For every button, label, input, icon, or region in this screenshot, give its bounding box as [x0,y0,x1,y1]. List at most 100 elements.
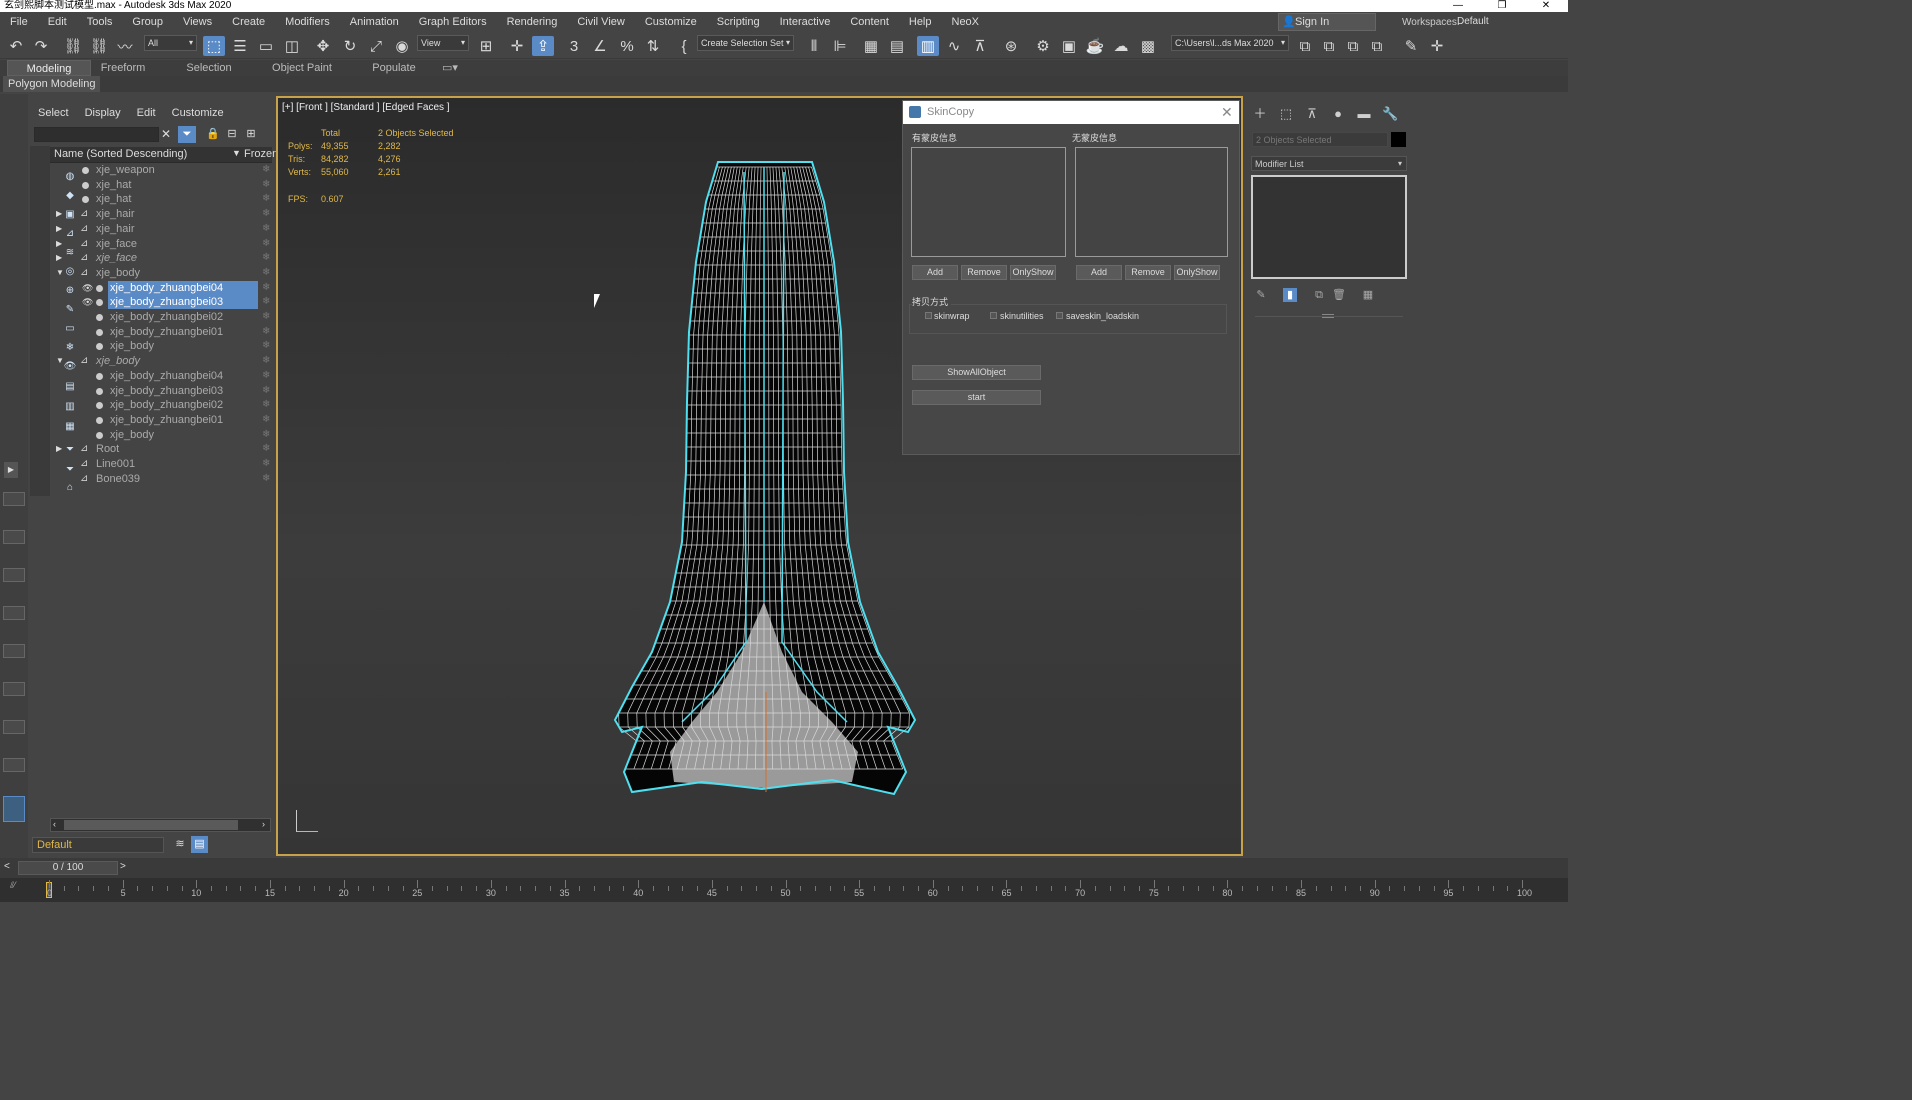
rendered-frame-icon[interactable]: ▣ [1058,36,1080,56]
scene-tree-row[interactable]: ⊿ Line001 ❄ [50,457,272,472]
frozen-toggle-icon[interactable]: ❄ [262,384,270,398]
panel-grip[interactable] [1322,314,1334,318]
select-by-name-icon[interactable]: ☰ [229,36,251,56]
current-layer-dropdown[interactable]: Default [32,837,164,853]
select-manipulate-icon[interactable]: ✛ [506,36,528,56]
scene-tree-row[interactable]: xje_body_zhuangbei02 ❄ [50,310,272,325]
object-name[interactable]: xje_face [94,237,139,251]
spinner-snap-icon[interactable]: ⇅ [642,36,664,56]
brush-icon[interactable]: ✎ [1400,36,1422,56]
frozen-toggle-icon[interactable]: ❄ [262,310,270,324]
scene-tree-row[interactable]: ▶ ⊿ xje_hair ❄ [50,222,272,237]
sign-in-button[interactable]: 👤 Sign In [1278,13,1376,31]
edit-named-selection-icon[interactable]: { [673,36,695,56]
scene-tree-row[interactable]: xje_body_zhuangbei01 ❄ [50,325,272,340]
reference-coordinate-dropdown[interactable]: View [417,35,469,51]
filter-icon[interactable]: ⏷ [178,126,196,143]
frozen-toggle-icon[interactable]: ❄ [262,266,270,280]
rotate-icon[interactable]: ↻ [339,36,361,56]
scene-tree-row[interactable]: ▼ ⊿ xje_body ❄ [50,266,272,281]
menu-create[interactable]: Create [222,12,275,32]
menu-group[interactable]: Group [122,12,173,32]
project-path-dropdown[interactable]: C:\Users\l...ds Max 2020 [1171,35,1289,51]
object-name[interactable]: xje_body_zhuangbei03 [108,295,258,310]
ribbon-toggle-icon[interactable]: ▥ [917,36,939,56]
motion-tab-icon[interactable]: ● [1330,106,1346,122]
ribbon-options-icon[interactable]: ▭▾ [440,60,460,76]
frozen-toggle-icon[interactable]: ❄ [262,251,270,265]
scene-tree-row[interactable]: 👁 xje_body_zhuangbei04 ❄ [50,280,272,296]
menu-customize[interactable]: Customize [635,12,707,32]
object-name[interactable]: xje_body [94,266,142,280]
window-crossing-icon[interactable]: ◫ [281,36,303,56]
polygon-modeling-label[interactable]: Polygon Modeling [3,76,101,92]
object-name[interactable]: xje_hat [94,192,133,206]
layout-icon[interactable] [3,530,25,544]
keyboard-shortcut-icon[interactable]: ⇪ [532,36,554,56]
frozen-toggle-icon[interactable]: ❄ [262,295,270,309]
frozen-toggle-icon[interactable]: ❄ [262,325,270,339]
frozen-toggle-icon[interactable]: ❄ [262,457,270,471]
ribbon-tab-populate[interactable]: Populate [364,60,424,76]
frozen-toggle-icon[interactable]: ❄ [262,192,270,206]
angle-snap-icon[interactable]: ∠ [589,36,611,56]
scene-tree-row[interactable]: xje_body_zhuangbei03 ❄ [50,384,272,399]
ribbon-tab-object-paint[interactable]: Object Paint [262,60,342,76]
menu-interactive[interactable]: Interactive [770,12,841,32]
frozen-toggle-icon[interactable]: ❄ [262,428,270,442]
load-icon[interactable]: ⧉ [1342,36,1364,56]
collapse-arrow-icon[interactable]: ▼ [56,266,64,280]
align-icon[interactable]: ⊫ [829,36,851,56]
rect-selection-icon[interactable]: ▭ [255,36,277,56]
time-slider[interactable]: 0 / 100 [18,861,118,875]
render-setup-icon[interactable]: ⚙ [1032,36,1054,56]
expand-arrow-icon[interactable]: ▶ [56,442,62,456]
object-name[interactable]: xje_body_zhuangbei02 [108,398,225,412]
menu-edit[interactable]: Edit [38,12,77,32]
left-remove-button[interactable]: Remove [961,265,1007,280]
close-button[interactable]: ✕ [1524,0,1568,12]
layer-list-icon[interactable]: ▤ [191,836,208,853]
pivot-icon[interactable]: ⊞ [475,36,497,56]
modifier-list-dropdown[interactable]: Modifier List [1251,156,1407,171]
layout-icon-active[interactable] [3,796,25,822]
render-grid-icon[interactable]: ▩ [1137,36,1159,56]
saveskin-loadskin-checkbox[interactable] [1056,312,1063,319]
scene-tree-row[interactable]: xje_body_zhuangbei02 ❄ [50,398,272,413]
named-selection-set-dropdown[interactable]: Create Selection Set [697,35,794,51]
menu-scripting[interactable]: Scripting [707,12,770,32]
scroll-thumb[interactable] [64,820,238,830]
right-remove-button[interactable]: Remove [1125,265,1171,280]
menu-views[interactable]: Views [173,12,222,32]
start-button[interactable]: start [912,390,1041,405]
layout-icon[interactable] [3,682,25,696]
scene-tree-row[interactable]: xje_weapon ❄ [50,163,272,178]
material-editor-icon[interactable]: ⊛ [1000,36,1022,56]
modifier-stack[interactable] [1251,175,1407,279]
scene-tree-row[interactable]: xje_body ❄ [50,339,272,354]
expand-arrow-icon[interactable]: ▶ [56,251,62,265]
visibility-eye-icon[interactable]: 👁 [82,295,93,309]
move-icon[interactable]: ✥ [312,36,334,56]
layout-icon[interactable] [3,568,25,582]
curve-editor-mini-icon[interactable]: ⫽⁄ [10,880,16,891]
hierarchy-tab-icon[interactable]: ⊼ [1304,106,1320,122]
se-menu-customize[interactable]: Customize [164,104,232,124]
menu-file[interactable]: File [0,12,38,32]
expand-arrow-icon[interactable]: ▶ [56,222,62,236]
scene-explorer-icon[interactable]: ▦ [860,36,882,56]
collapse-arrow-icon[interactable]: ▼ [56,354,64,368]
viewport-label[interactable]: [+] [Front ] [Standard ] [Edged Faces ] [282,102,450,113]
modify-tab-icon[interactable]: ⬚ [1278,106,1294,122]
menu-neox[interactable]: NeoX [942,12,990,32]
frozen-toggle-icon[interactable]: ❄ [262,178,270,192]
configure-sets-icon[interactable]: ▦ [1361,288,1375,302]
place-icon[interactable]: ◉ [391,36,413,56]
selection-filter-dropdown[interactable]: All [144,35,197,51]
frozen-toggle-icon[interactable]: ❄ [262,354,270,368]
lock-icon[interactable]: 🔒 [205,127,221,140]
object-name[interactable]: xje_face [94,251,139,265]
object-name[interactable]: xje_body_zhuangbei01 [108,325,225,339]
frozen-toggle-icon[interactable]: ❄ [262,398,270,412]
dialog-close-icon[interactable]: ✕ [1221,104,1233,121]
